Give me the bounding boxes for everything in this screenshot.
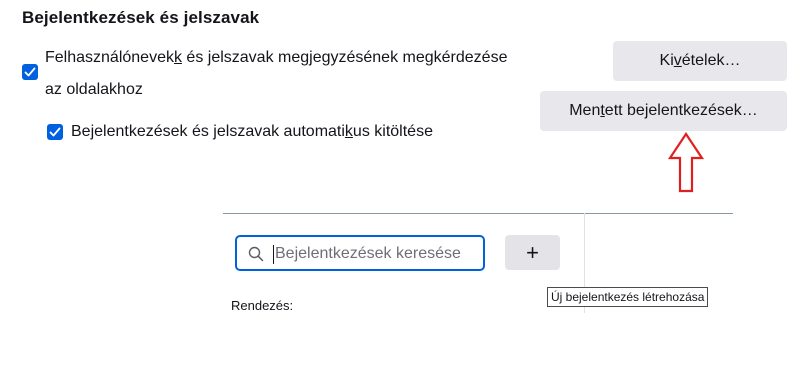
ask-save-accesskey: k	[173, 49, 182, 66]
logins-search-field[interactable]	[235, 235, 485, 271]
saved-logins-button[interactable]: Men t ett bejelentkezések…	[540, 91, 787, 131]
exceptions-button[interactable]: Ki v ételek…	[613, 41, 787, 81]
checkmark-icon	[24, 67, 36, 77]
add-login-button[interactable]: +	[505, 235, 560, 270]
autofill-label[interactable]: Bejelentkezések és jelszavak automatikus…	[71, 123, 433, 141]
ask-save-label-line2[interactable]: az oldalakhoz	[45, 81, 143, 99]
text-caret	[273, 245, 274, 264]
search-icon	[248, 246, 264, 262]
sort-label: Rendezés:	[231, 298, 294, 313]
panel-divider	[223, 213, 733, 214]
ask-save-checkbox[interactable]	[22, 64, 38, 80]
checkmark-icon	[49, 127, 61, 137]
add-login-tooltip: Új bejelentkezés létrehozása	[547, 287, 709, 307]
section-title: Bejelentkezések és jelszavak	[22, 8, 260, 27]
logins-search-input[interactable]	[275, 243, 475, 265]
red-arrow-up-icon	[667, 132, 705, 193]
exceptions-accesskey: v	[673, 52, 682, 69]
autofill-checkbox[interactable]	[47, 124, 63, 140]
autofill-accesskey: k	[344, 123, 353, 140]
ask-save-label-line1[interactable]: Felhasználónevekk és jelszavak megjegyzé…	[45, 49, 507, 67]
plus-icon: +	[526, 239, 539, 265]
